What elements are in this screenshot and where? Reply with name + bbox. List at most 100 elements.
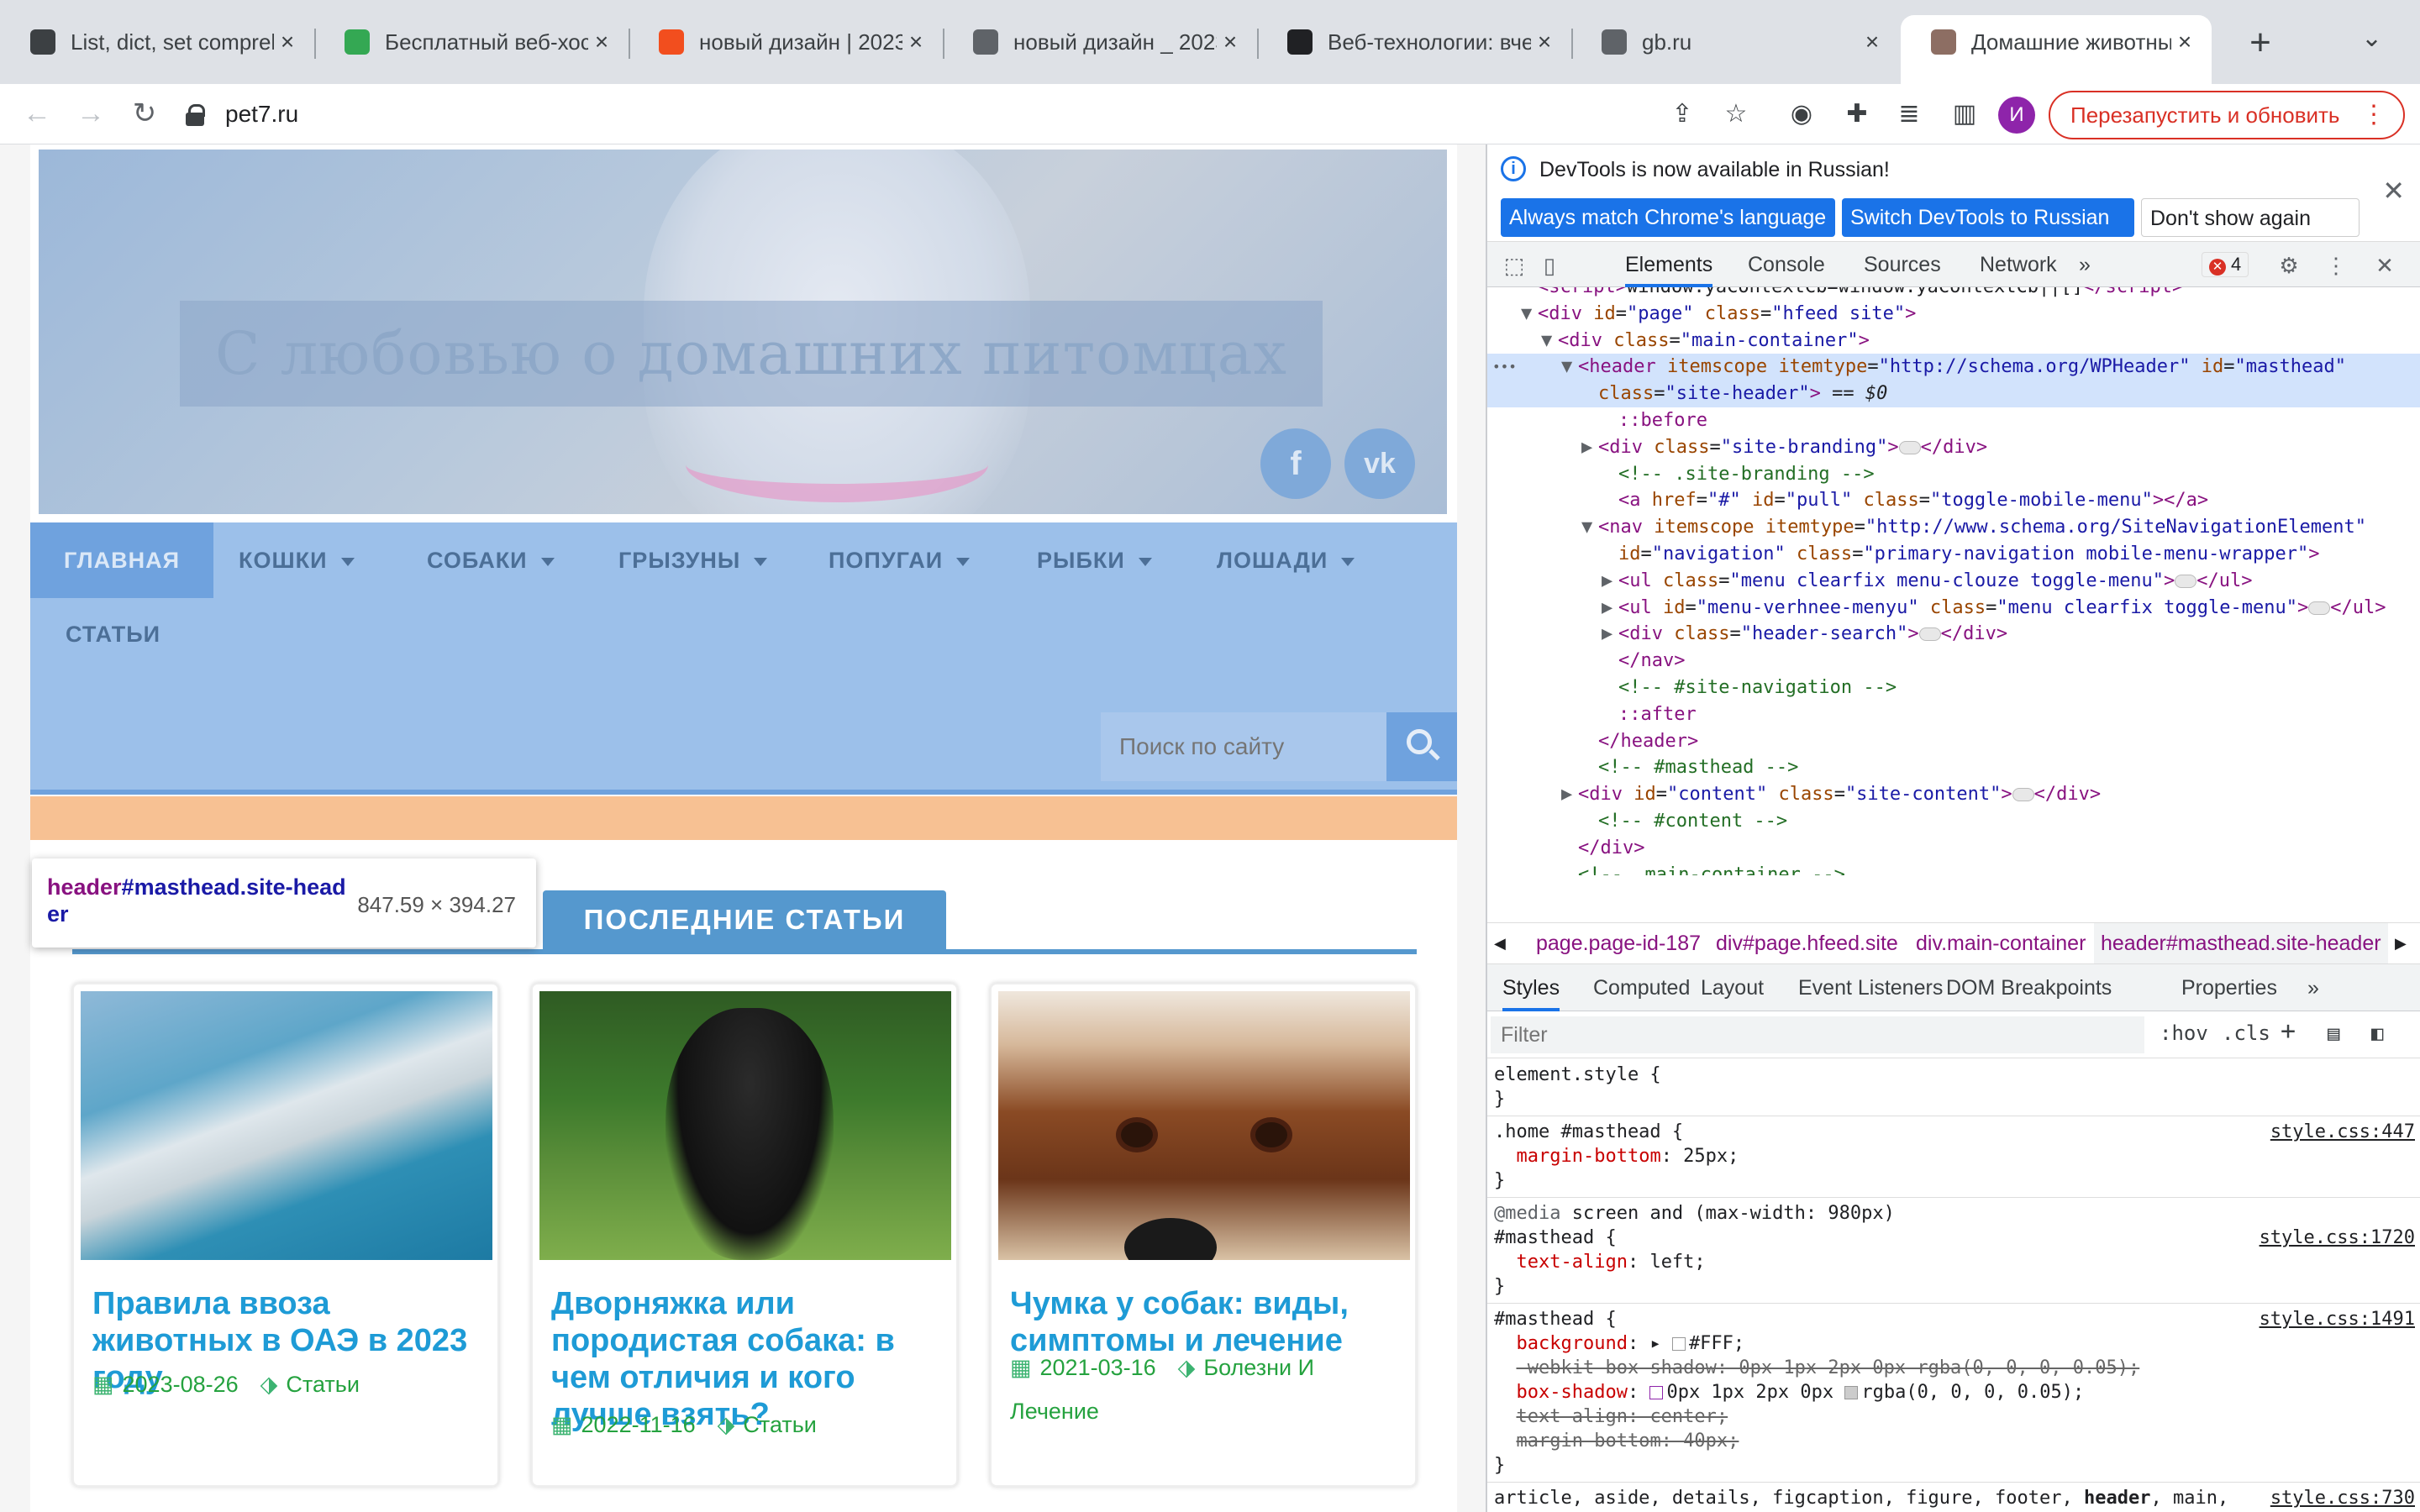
relaunch-update-button[interactable]: Перезапустить и обновить ⋮ xyxy=(2049,91,2405,139)
styles-subtab[interactable]: DOM Breakpoints xyxy=(1946,964,2112,1011)
css-rule-line[interactable]: -webkit-box-shadow: 0px 1px 2px 0px rgba… xyxy=(1494,1357,2418,1380)
sidebar-toggle-icon[interactable]: ◧ xyxy=(2371,1021,2383,1045)
black-dog-image[interactable] xyxy=(539,991,951,1260)
dom-node-line[interactable]: ▼ <div class="main-container"> xyxy=(1487,328,2420,354)
more-tabs-icon[interactable]: » xyxy=(2079,242,2091,287)
css-rule-line[interactable]: .home #masthead {style.css:447 xyxy=(1494,1121,2418,1144)
facebook-icon[interactable]: f xyxy=(1260,428,1331,499)
styles-subtab[interactable]: Event Listeners xyxy=(1798,964,1943,1011)
forward-icon[interactable]: → xyxy=(69,92,113,136)
dom-node-line[interactable]: ▶ <div id="content" class="site-content">… xyxy=(1487,781,2420,808)
new-rule-icon[interactable]: + xyxy=(2281,1016,2296,1046)
devtools-tab-sources[interactable]: Sources xyxy=(1864,242,1941,287)
nav-item[interactable]: ЛОШАДИ xyxy=(1217,522,1355,598)
dom-node-line[interactable]: </div> xyxy=(1487,835,2420,862)
dom-node-line[interactable]: <!-- #content --> xyxy=(1487,808,2420,835)
extension-swirl-icon[interactable]: ◉ xyxy=(1785,97,1818,131)
dom-node-line[interactable]: ▶ <div class="header-search"> </div> xyxy=(1487,621,2420,648)
breadcrumb-item[interactable]: header#masthead.site-header xyxy=(2094,923,2388,963)
more-subtabs-icon[interactable]: » xyxy=(2307,964,2319,1011)
device-toolbar-icon[interactable]: ▯ xyxy=(1536,252,1563,279)
expand-triangle-icon[interactable]: ▶ xyxy=(1602,568,1618,595)
collapse-triangle-icon[interactable]: ▼ xyxy=(1521,301,1538,328)
dom-node-line[interactable]: <!-- #site-navigation --> xyxy=(1487,675,2420,701)
css-rule-line[interactable]: } xyxy=(1494,1169,2418,1193)
expand-triangle-icon[interactable]: ▶ xyxy=(1602,621,1618,648)
close-icon[interactable]: ✕ xyxy=(2382,175,2405,207)
styles-subtab[interactable]: Properties xyxy=(2181,964,2277,1011)
nav-item[interactable]: ГРЫЗУНЫ xyxy=(618,522,768,598)
article-category-link[interactable]: Статьи xyxy=(743,1412,817,1437)
css-rule-line[interactable]: } xyxy=(1494,1088,2418,1111)
close-devtools-icon[interactable]: ✕ xyxy=(2371,252,2398,279)
styles-subtab[interactable]: Styles xyxy=(1502,964,1560,1011)
cls-toggle[interactable]: .cls xyxy=(2222,1021,2270,1045)
stylesheet-source-link[interactable]: style.css:1491 xyxy=(2260,1308,2415,1331)
profile-avatar[interactable]: И xyxy=(1998,97,2035,134)
css-rule-line[interactable]: } xyxy=(1494,1275,2418,1299)
tab-close-icon[interactable]: × xyxy=(588,29,615,55)
dom-node-line[interactable]: <!-- .site-branding --> xyxy=(1487,461,2420,488)
stylesheet-source-link[interactable]: style.css:730 xyxy=(2270,1487,2415,1510)
tab-close-icon[interactable]: × xyxy=(274,29,301,55)
article-card[interactable]: Чумка у собак: виды, симптомы и лечение ▦… xyxy=(990,983,1417,1487)
css-rule-line[interactable]: text-align: center; xyxy=(1494,1405,2418,1429)
expand-triangle-icon[interactable]: ▶ xyxy=(1561,781,1578,808)
share-icon[interactable]: ⇪ xyxy=(1665,97,1699,131)
breadcrumb-item[interactable]: div.main-container xyxy=(1909,923,2092,963)
dom-node-line[interactable]: </nav> xyxy=(1487,648,2420,675)
collapse-triangle-icon[interactable]: ▼ xyxy=(1561,354,1578,381)
article-card[interactable]: Правила ввоза животных в ОАЭ в 2023 году… xyxy=(72,983,499,1487)
devtools-tab-console[interactable]: Console xyxy=(1748,242,1825,287)
dom-node-line[interactable]: ▼ <header itemscope itemtype="http://sche… xyxy=(1487,354,2420,381)
extensions-puzzle-icon[interactable]: ✚ xyxy=(1840,97,1874,131)
article-card[interactable]: Дворняжка или породистая собака: в чем о… xyxy=(531,983,958,1487)
dubai-coast-image[interactable] xyxy=(81,991,492,1260)
browser-tab[interactable]: Бесплатный веб-хост × xyxy=(314,15,629,69)
styles-subtab[interactable]: Computed xyxy=(1593,964,1690,1011)
dont-show-again-button[interactable]: Don't show again xyxy=(2141,198,2360,237)
reload-icon[interactable]: ↻ xyxy=(123,92,166,136)
css-rule-line[interactable]: article, aside, details, figcaption, fig… xyxy=(1494,1487,2418,1510)
tab-close-icon[interactable]: × xyxy=(2171,29,2198,55)
css-rule-line[interactable]: margin-bottom: 40px; xyxy=(1494,1430,2418,1453)
css-rule-line[interactable]: background: ▸ #FFF; xyxy=(1494,1332,2418,1356)
nav-item[interactable]: КОШКИ xyxy=(239,522,355,598)
site-search-input[interactable] xyxy=(1101,712,1386,781)
browser-tab[interactable]: новый дизайн _ 2023 × xyxy=(943,15,1257,69)
dom-node-line[interactable]: ▶ <div class="site-branding"> </div> xyxy=(1487,434,2420,461)
css-rule-line[interactable]: margin-bottom: 25px; xyxy=(1494,1145,2418,1168)
collapse-triangle-icon[interactable]: ▼ xyxy=(1541,328,1558,354)
stylesheet-source-link[interactable]: style.css:1720 xyxy=(2260,1226,2415,1250)
expand-triangle-icon[interactable]: ▶ xyxy=(1602,595,1618,622)
dom-node-line[interactable]: ▶ <ul class="menu clearfix menu-clouze to… xyxy=(1487,568,2420,595)
back-icon[interactable]: ← xyxy=(15,92,59,136)
breadcrumb-item[interactable]: div#page.hfeed.site xyxy=(1709,923,1905,963)
dom-node-line[interactable]: id="navigation" class="primary-navigatio… xyxy=(1487,541,2420,568)
collapse-triangle-icon[interactable]: ▼ xyxy=(1581,514,1598,541)
article-category-link[interactable]: Статьи xyxy=(286,1372,360,1397)
search-button[interactable] xyxy=(1386,712,1457,781)
css-rule-line[interactable]: @media screen and (max-width: 980px) xyxy=(1494,1202,2418,1226)
devtools-tab-network[interactable]: Network xyxy=(1980,242,2057,287)
beagle-image[interactable] xyxy=(998,991,1410,1260)
dom-node-line[interactable]: ▶ <ul id="menu-verhnee-menyu" class="menu… xyxy=(1487,595,2420,622)
devtools-tab-elements[interactable]: Elements xyxy=(1625,242,1713,287)
dom-node-line[interactable]: ::before xyxy=(1487,407,2420,434)
css-rule-line[interactable]: #masthead {style.css:1720 xyxy=(1494,1226,2418,1250)
browser-tab[interactable]: Веб-технологии: вче × xyxy=(1257,15,1571,69)
css-rule-line[interactable]: text-align: left; xyxy=(1494,1251,2418,1274)
dom-node-line[interactable]: </header> xyxy=(1487,728,2420,755)
nav-item[interactable]: СТАТЬИ xyxy=(66,596,160,672)
breadcrumb-scroll-right-icon[interactable]: ▶ xyxy=(2395,923,2407,963)
browser-tab[interactable]: List, dict, set compreh × xyxy=(0,15,314,69)
browser-tab[interactable]: gb.ru × xyxy=(1571,15,1899,69)
expand-triangle-icon[interactable]: ▶ xyxy=(1581,434,1598,461)
nav-item[interactable]: ГЛАВНАЯ xyxy=(30,522,213,598)
stylesheet-source-link[interactable]: style.css:447 xyxy=(2270,1121,2415,1144)
error-count-badge[interactable]: ✕ 4 xyxy=(2202,252,2249,277)
dom-node-line[interactable]: ▼ <div id="page" class="hfeed site"> xyxy=(1487,301,2420,328)
hov-toggle[interactable]: :hov xyxy=(2160,1021,2208,1045)
vk-icon[interactable]: vk xyxy=(1344,428,1415,499)
new-tab-button[interactable]: + xyxy=(2235,18,2286,69)
